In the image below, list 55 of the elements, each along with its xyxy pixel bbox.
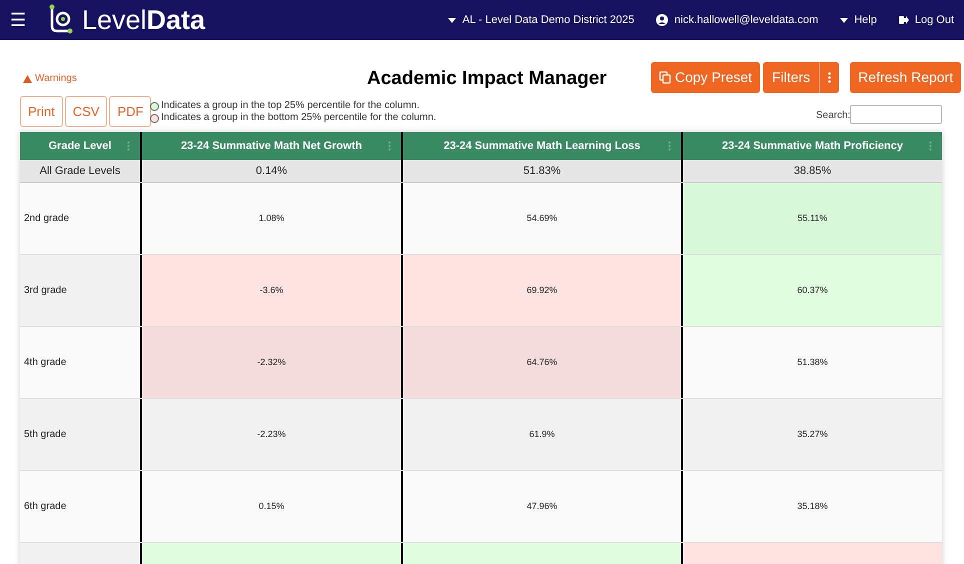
export-button[interactable]: Print <box>20 96 63 127</box>
warning-icon <box>23 74 32 82</box>
search-field[interactable] <box>850 105 942 124</box>
table-cell: 1.08% <box>140 183 401 254</box>
sort-icon[interactable] <box>929 141 932 151</box>
page-title: Academic Impact Manager <box>367 67 607 91</box>
sort-icon[interactable] <box>127 141 130 151</box>
table-cell: 55.11% <box>681 183 942 254</box>
table-cell: 60.37% <box>681 255 942 326</box>
total-cell-text: All Grade Levels <box>40 164 120 179</box>
table-cell: 2nd grade <box>20 183 140 254</box>
table-cell: -2.23% <box>140 399 401 470</box>
copy-icon <box>659 71 671 84</box>
district-menu[interactable]: AL - Level Data Demo District 2025 <box>448 12 634 28</box>
logo-text: LevelData <box>82 6 206 34</box>
sort-icon[interactable] <box>388 141 391 151</box>
table-cell: 3rd grade <box>20 255 140 326</box>
table-cell: 35.27% <box>681 399 942 470</box>
table-cell: 6th grade <box>20 471 140 542</box>
table-cell: 47.96% <box>401 471 681 542</box>
table-cell: 61.9% <box>401 399 681 470</box>
menu-icon[interactable]: ☰ <box>10 11 26 29</box>
table-cell: 4th grade <box>20 327 140 398</box>
warnings-link[interactable]: Warnings <box>23 71 77 86</box>
total-cell-text: 51.83% <box>523 164 561 179</box>
table-cell: -2.32% <box>140 327 401 398</box>
table-cell: 54.69% <box>401 183 681 254</box>
total-cell-text: 0.14% <box>256 164 288 179</box>
more-button[interactable] <box>820 62 840 93</box>
table-cell: 64.76% <box>401 327 681 398</box>
table-cell: 35.18% <box>681 471 942 542</box>
sort-icon[interactable] <box>668 141 671 151</box>
legend-text: Indicates a group in the bottom 25% percentile for the column. <box>161 112 436 124</box>
user-menu[interactable]: nick.hallowell@leveldata.com <box>656 12 818 28</box>
more-icon <box>828 72 832 83</box>
column-header[interactable]: Grade Level <box>20 132 140 160</box>
table-cell: -3.6% <box>140 255 401 326</box>
copy-preset-button[interactable]: Copy Preset <box>651 62 760 93</box>
search-label: Search: <box>816 109 850 123</box>
legend-text: Indicates a group in the top 25% percentile for the column. <box>161 100 420 112</box>
table-cell: 51.38% <box>681 327 942 398</box>
refresh-report-button[interactable]: Refresh Report <box>850 62 962 93</box>
help-menu[interactable]: Help <box>840 12 877 28</box>
logout-link[interactable]: Log Out <box>898 12 954 28</box>
caret-icon <box>840 18 848 22</box>
export-button[interactable]: PDF <box>109 96 152 127</box>
total-cell-text: 38.85% <box>794 164 832 179</box>
table-cell: 5th grade <box>20 399 140 470</box>
filters-button[interactable]: Filters <box>763 62 820 93</box>
user-icon <box>656 14 668 26</box>
table-cell: 0.15% <box>140 471 401 542</box>
table-cell: 69.92% <box>401 255 681 326</box>
logout-icon <box>898 15 909 25</box>
export-button[interactable]: CSV <box>64 96 108 127</box>
caret-icon <box>448 18 456 22</box>
